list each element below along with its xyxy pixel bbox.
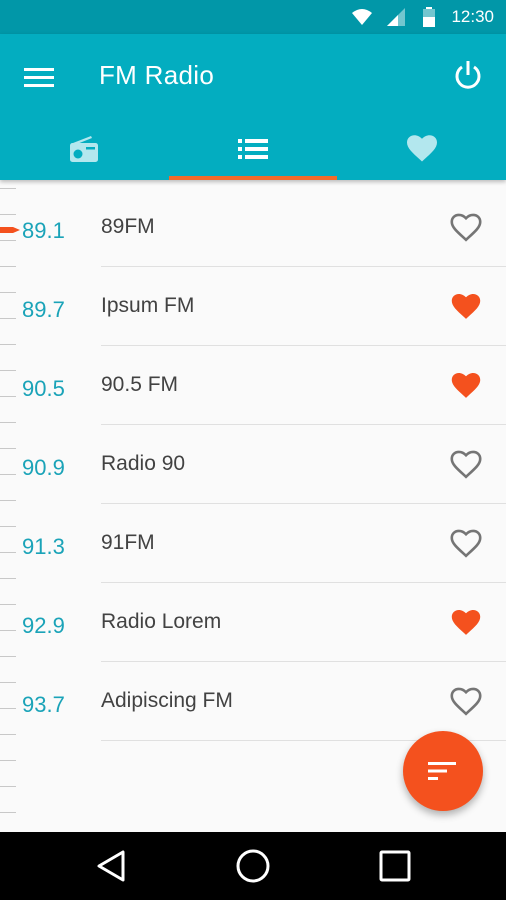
station-frequency: 92.9 [22, 613, 65, 638]
app-bar: FM Radio [0, 34, 506, 180]
sort-button[interactable] [403, 731, 483, 811]
station-frequency: 89.1 [22, 218, 65, 243]
station-name: Radio Lorem [101, 610, 222, 633]
favorite-toggle[interactable] [450, 213, 482, 243]
list-icon [238, 139, 268, 159]
tab-station-list[interactable] [168, 118, 338, 180]
back-button[interactable] [94, 848, 130, 884]
power-button[interactable] [452, 60, 484, 92]
station-row[interactable]: 92.9 Radio Lorem [0, 583, 506, 662]
heart-filled-icon [451, 609, 481, 635]
station-frequency: 91.3 [22, 534, 65, 559]
app-title: FM Radio [99, 60, 215, 90]
menu-button[interactable] [24, 64, 56, 90]
sort-icon [428, 762, 456, 780]
battery-icon [423, 7, 435, 27]
station-name: 91FM [101, 531, 155, 554]
recents-button[interactable] [377, 848, 413, 884]
station-row[interactable]: 90.5 90.5 FM [0, 346, 506, 425]
recents-icon [379, 850, 411, 882]
power-icon [455, 61, 481, 89]
status-bar: 12:30 [0, 0, 506, 34]
station-name: 90.5 FM [101, 373, 179, 396]
favorite-toggle[interactable] [450, 529, 482, 559]
heart-outline-icon [450, 213, 482, 242]
station-row[interactable]: 89.7 Ipsum FM [0, 267, 506, 346]
dial-tick [0, 760, 16, 761]
favorite-toggle[interactable] [450, 371, 482, 401]
navigation-bar [0, 832, 506, 900]
back-icon [97, 850, 125, 882]
station-name: Ipsum FM [101, 294, 195, 317]
favorite-toggle[interactable] [450, 608, 482, 638]
favorite-toggle[interactable] [450, 450, 482, 480]
tab-radio[interactable] [0, 118, 169, 180]
heart-icon [406, 135, 437, 162]
favorite-toggle[interactable] [450, 687, 482, 717]
station-name: 89FM [101, 215, 155, 238]
station-row[interactable]: 89.1 89FM [0, 188, 506, 267]
tab-bar [0, 118, 506, 180]
heart-outline-icon [450, 687, 482, 716]
home-button[interactable] [235, 848, 271, 884]
station-row[interactable]: 93.7 Adipiscing FM [0, 662, 506, 741]
tab-favorites[interactable] [337, 118, 506, 180]
heart-outline-icon [450, 450, 482, 479]
heart-outline-icon [450, 529, 482, 558]
station-frequency: 93.7 [22, 692, 65, 717]
dial-tick [0, 786, 16, 787]
station-name: Radio 90 [101, 452, 186, 475]
cell-signal-icon [387, 8, 405, 26]
heart-filled-icon [451, 372, 481, 398]
favorite-toggle[interactable] [450, 292, 482, 322]
station-frequency: 90.9 [22, 455, 65, 480]
heart-filled-icon [451, 293, 481, 319]
menu-icon [24, 68, 54, 87]
station-name: Adipiscing FM [101, 689, 233, 712]
station-list: 89.1 89FM 89.7 Ipsum FM 90.5 90.5 FM 90.9 Radio… [0, 188, 506, 741]
station-frequency: 89.7 [22, 297, 65, 322]
dial-tick [0, 812, 16, 813]
wifi-icon [352, 9, 372, 25]
station-row[interactable]: 91.3 91FM [0, 504, 506, 583]
station-row[interactable]: 90.9 Radio 90 [0, 425, 506, 504]
home-icon [236, 849, 270, 883]
status-time: 12:30 [451, 7, 494, 26]
radio-icon [70, 136, 99, 162]
station-frequency: 90.5 [22, 376, 65, 401]
